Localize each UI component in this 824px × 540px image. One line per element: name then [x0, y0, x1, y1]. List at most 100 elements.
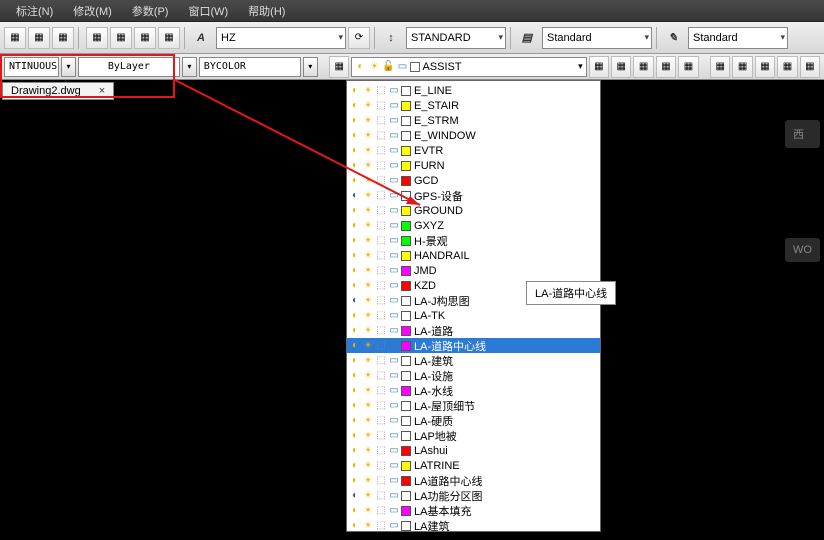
layer-icon[interactable]: ▭ — [388, 115, 400, 127]
layer-row[interactable]: ◐☀⬚▭E_LINE — [347, 83, 600, 98]
layer-color-swatch[interactable] — [401, 236, 411, 246]
bulb-icon[interactable]: ◐ — [349, 130, 361, 142]
sun-icon[interactable]: ☀ — [362, 175, 374, 187]
layer-icon[interactable]: ▭ — [388, 280, 400, 292]
layer-row[interactable]: ◐☀⬚▭E_STRM — [347, 113, 600, 128]
layer-icon[interactable]: ▭ — [388, 160, 400, 172]
tool-btn-8[interactable]: ⟳ — [348, 27, 370, 49]
lock-icon[interactable]: ⬚ — [375, 115, 387, 127]
lock-icon[interactable]: ⬚ — [375, 85, 387, 97]
linetype-combo[interactable]: NTINUOUS — [4, 57, 59, 77]
layer-icon[interactable]: ▭ — [388, 250, 400, 262]
tool-btn-1[interactable]: ▦ — [4, 27, 26, 49]
layer-color-swatch[interactable] — [401, 386, 411, 396]
lock-icon[interactable]: ⬚ — [375, 160, 387, 172]
layer-color-swatch[interactable] — [401, 356, 411, 366]
bulb-icon[interactable]: ◐ — [349, 415, 361, 427]
tool-btn-7[interactable]: ▦ — [158, 27, 180, 49]
layer-color-swatch[interactable] — [401, 176, 411, 186]
sun-icon[interactable]: ☀ — [362, 130, 374, 142]
menu-param[interactable]: 参数(P) — [122, 1, 179, 21]
sun-icon[interactable]: ☀ — [362, 190, 374, 202]
layer-icon[interactable]: ▭ — [388, 100, 400, 112]
bulb-icon[interactable]: ◐ — [349, 355, 361, 367]
layer-icon[interactable]: ▭ — [388, 400, 400, 412]
layer-color-swatch[interactable] — [401, 116, 411, 126]
layer-row[interactable]: ◐☀⬚▭LA基本填充 — [347, 503, 600, 518]
layer-color-swatch[interactable] — [401, 101, 411, 111]
sun-icon[interactable]: ☀ — [362, 100, 374, 112]
layer-color-swatch[interactable] — [401, 446, 411, 456]
bulb-icon[interactable]: ◐ — [349, 385, 361, 397]
lock-icon[interactable]: ⬚ — [375, 310, 387, 322]
sun-icon[interactable]: ☀ — [362, 115, 374, 127]
layer-row[interactable]: ◐☀⬚▭LA-道路中心线 — [347, 338, 600, 353]
layer-row[interactable]: ◐☀⬚▭E_WINDOW — [347, 128, 600, 143]
layer-icon[interactable]: ▭ — [388, 505, 400, 517]
layer-tool-7[interactable]: ▦ — [732, 56, 752, 78]
layer-tool-8[interactable]: ▦ — [755, 56, 775, 78]
layer-row[interactable]: ◐☀⬚▭LA-建筑 — [347, 353, 600, 368]
layer-color-swatch[interactable] — [401, 146, 411, 156]
lock-icon[interactable]: ⬚ — [375, 385, 387, 397]
sun-icon[interactable]: ☀ — [362, 235, 374, 247]
tool-btn-5[interactable]: ▦ — [110, 27, 132, 49]
layer-color-swatch[interactable] — [401, 476, 411, 486]
lock-icon[interactable]: ⬚ — [375, 355, 387, 367]
layer-tool-4[interactable]: ▦ — [656, 56, 676, 78]
lock-icon[interactable]: ⬚ — [375, 415, 387, 427]
document-tab[interactable]: Drawing2.dwg × — [2, 82, 114, 100]
sun-icon[interactable]: ☀ — [362, 145, 374, 157]
layer-icon[interactable]: ▭ — [388, 325, 400, 337]
layer-icon[interactable]: ▭ — [388, 415, 400, 427]
bulb-icon[interactable]: ◐ — [349, 100, 361, 112]
bulb-icon[interactable]: ◐ — [349, 460, 361, 472]
lock-icon[interactable]: ⬚ — [375, 235, 387, 247]
layer-icon[interactable]: ▭ — [388, 145, 400, 157]
layer-icon[interactable]: ▭ — [388, 85, 400, 97]
menu-annotate[interactable]: 标注(N) — [6, 1, 63, 21]
tool-btn-6[interactable]: ▦ — [134, 27, 156, 49]
layer-color-swatch[interactable] — [401, 131, 411, 141]
bulb-icon[interactable]: ◐ — [349, 520, 361, 532]
sun-icon[interactable]: ☀ — [362, 85, 374, 97]
lock-icon[interactable]: ⬚ — [375, 190, 387, 202]
layer-icon[interactable]: ▭ — [388, 490, 400, 502]
lock-icon[interactable]: ⬚ — [375, 130, 387, 142]
lock-icon[interactable]: ⬚ — [375, 265, 387, 277]
layer-color-swatch[interactable] — [401, 521, 411, 531]
lock-icon[interactable]: ⬚ — [375, 250, 387, 262]
menu-help[interactable]: 帮助(H) — [238, 1, 295, 21]
sun-icon[interactable]: ☀ — [362, 160, 374, 172]
sun-icon[interactable]: ☀ — [362, 220, 374, 232]
layer-color-swatch[interactable] — [401, 461, 411, 471]
bulb-icon[interactable]: ◐ — [349, 340, 361, 352]
bulb-icon[interactable]: ◐ — [349, 175, 361, 187]
lock-icon[interactable]: ⬚ — [375, 505, 387, 517]
layer-row[interactable]: ◐☀⬚▭LA-TK — [347, 308, 600, 323]
layer-color-swatch[interactable] — [401, 311, 411, 321]
layer-row[interactable]: ◐☀⬚▭LAP地被 — [347, 428, 600, 443]
layer-icon[interactable]: ▭ — [388, 355, 400, 367]
layer-row[interactable]: ◐☀⬚▭EVTR — [347, 143, 600, 158]
lock-icon[interactable]: ⬚ — [375, 100, 387, 112]
layer-icon[interactable]: ▭ — [388, 475, 400, 487]
lock-icon[interactable]: ⬚ — [375, 340, 387, 352]
layer-dropdown[interactable]: ◐☀⬚▭E_LINE◐☀⬚▭E_STAIR◐☀⬚▭E_STRM◐☀⬚▭E_WIN… — [346, 80, 601, 532]
tablestyle-combo[interactable]: Standard ▾ — [542, 27, 652, 49]
chevron-down-icon[interactable]: ▾ — [303, 57, 318, 77]
layer-color-swatch[interactable] — [401, 161, 411, 171]
color-combo[interactable]: BYCOLOR — [199, 57, 301, 77]
layer-color-swatch[interactable] — [401, 221, 411, 231]
lock-icon[interactable]: ⬚ — [375, 460, 387, 472]
bulb-icon[interactable]: ◐ — [349, 430, 361, 442]
lock-icon[interactable]: ⬚ — [375, 400, 387, 412]
tool-btn-2[interactable]: ▦ — [28, 27, 50, 49]
layer-row[interactable]: ◐☀⬚▭FURN — [347, 158, 600, 173]
lock-icon[interactable]: ⬚ — [375, 445, 387, 457]
bulb-icon[interactable]: ◐ — [349, 220, 361, 232]
layer-row[interactable]: ◐☀⬚▭GROUND — [347, 203, 600, 218]
layer-icon[interactable]: ▭ — [388, 340, 400, 352]
sun-icon[interactable]: ☀ — [362, 460, 374, 472]
bulb-icon[interactable]: ◐ — [349, 190, 361, 202]
